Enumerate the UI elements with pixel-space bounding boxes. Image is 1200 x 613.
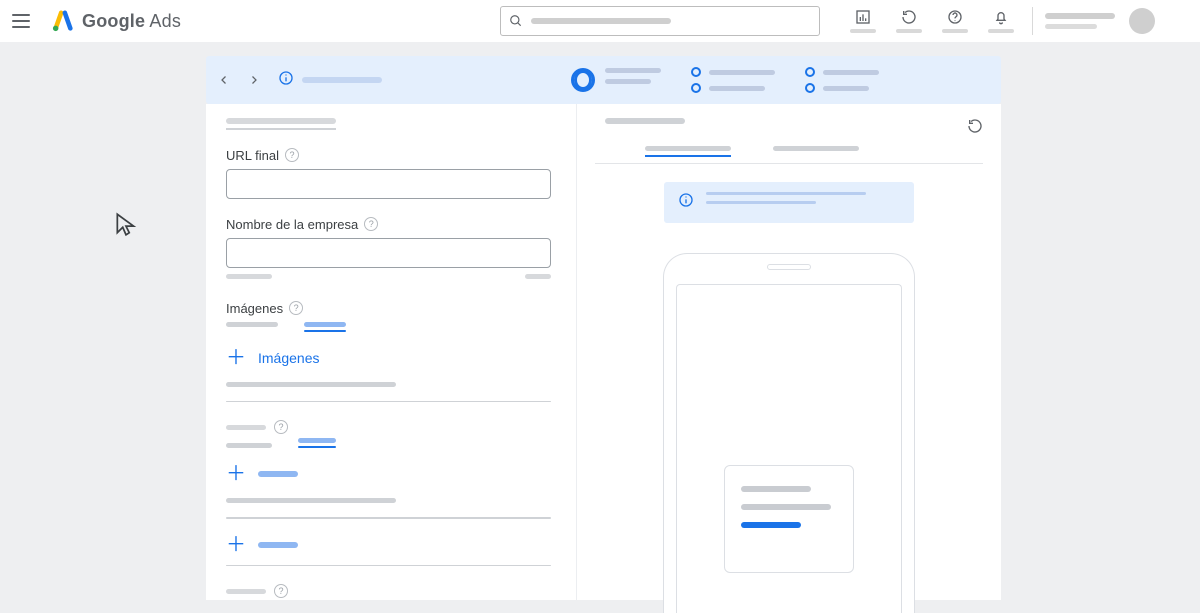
company-name-label: Nombre de la empresa ? xyxy=(226,217,556,232)
cursor-icon xyxy=(113,210,139,243)
top-bar: Google Ads xyxy=(0,0,1200,42)
search-icon xyxy=(509,14,523,28)
form-panel: URL final ? Nombre de la empresa ? Imáge… xyxy=(206,104,576,600)
account-meta[interactable] xyxy=(1045,13,1115,29)
step-3[interactable] xyxy=(805,67,879,93)
plus-icon: ＋ xyxy=(226,464,246,484)
preview-title xyxy=(605,118,685,124)
search-placeholder xyxy=(531,18,671,24)
preview-tab-2[interactable] xyxy=(773,146,859,157)
company-name-input[interactable] xyxy=(226,238,551,268)
url-final-input[interactable] xyxy=(226,169,551,199)
help-icon[interactable] xyxy=(932,0,978,42)
helper-row xyxy=(226,274,551,279)
preview-panel xyxy=(576,104,1001,600)
section-label: ? xyxy=(226,584,556,598)
stepper-crumb xyxy=(302,77,382,83)
images-label: Imágenes ? xyxy=(226,301,556,316)
refresh-preview-icon[interactable] xyxy=(967,118,983,139)
step-2[interactable] xyxy=(691,67,775,93)
add-item-button-1[interactable]: ＋ xyxy=(226,464,556,484)
plus-icon: ＋ xyxy=(226,348,246,368)
avatar[interactable] xyxy=(1129,8,1155,34)
images-subtabs xyxy=(226,322,556,332)
brand-text: Google Ads xyxy=(82,11,181,32)
refresh-icon[interactable] xyxy=(886,0,932,42)
add-item-button-2[interactable]: ＋ xyxy=(226,535,556,555)
subtab[interactable] xyxy=(298,438,336,448)
stepper-bar xyxy=(206,56,1001,104)
help-icon[interactable]: ? xyxy=(285,148,299,162)
ads-logo-icon xyxy=(52,10,74,32)
back-icon[interactable] xyxy=(218,74,230,86)
help-icon[interactable]: ? xyxy=(274,584,288,598)
step-current[interactable] xyxy=(571,68,661,92)
search-input[interactable] xyxy=(500,6,820,36)
notifications-icon[interactable] xyxy=(978,0,1024,42)
preview-tab-1[interactable] xyxy=(645,146,731,157)
menu-icon[interactable] xyxy=(12,10,34,32)
phone-preview xyxy=(663,253,915,613)
help-icon[interactable]: ? xyxy=(274,420,288,434)
add-images-button[interactable]: ＋ Imágenes xyxy=(226,348,556,368)
help-icon[interactable]: ? xyxy=(289,301,303,315)
forward-icon[interactable] xyxy=(248,74,260,86)
reports-icon[interactable] xyxy=(840,0,886,42)
url-final-label: URL final ? xyxy=(226,148,556,163)
subtab[interactable] xyxy=(226,443,272,448)
ad-card-preview xyxy=(724,465,854,573)
preview-info-banner xyxy=(664,182,914,223)
images-tab-1[interactable] xyxy=(226,322,278,332)
plus-icon: ＋ xyxy=(226,535,246,555)
section-label: ? xyxy=(226,420,556,434)
separator xyxy=(1032,7,1033,35)
help-icon[interactable]: ? xyxy=(364,217,378,231)
info-icon xyxy=(678,192,694,213)
info-icon[interactable] xyxy=(278,70,294,91)
images-tab-2[interactable] xyxy=(304,322,346,332)
brand-logo[interactable]: Google Ads xyxy=(52,10,181,32)
